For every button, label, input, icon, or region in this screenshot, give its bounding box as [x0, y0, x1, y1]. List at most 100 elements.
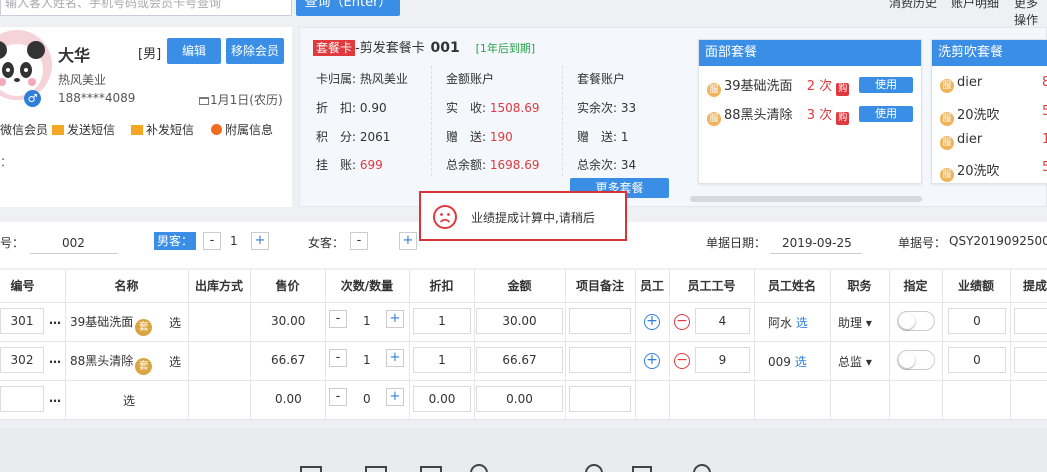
- order-no-input[interactable]: 002: [30, 232, 118, 254]
- wash-item-name: 20洗吹: [957, 164, 1000, 179]
- col-header-code: 编号: [10, 279, 35, 293]
- qty-plus-button[interactable]: +: [386, 349, 404, 367]
- col-header-amount: 金额: [507, 279, 532, 293]
- new-item-select-link[interactable]: 选: [123, 392, 135, 409]
- toolbar-icon[interactable]: [420, 466, 442, 472]
- amount-input[interactable]: 0.00: [476, 386, 563, 412]
- add-staff-icon[interactable]: +: [644, 353, 660, 369]
- toolbar-icon[interactable]: [632, 466, 652, 472]
- performance-input[interactable]: 0: [948, 308, 1006, 334]
- wechat-member-link[interactable]: 微信会员: [0, 121, 48, 138]
- member-card: ♂ 大华 [男] 编辑 移除会员 热风美业 188****4089 1月1日(农…: [0, 27, 292, 207]
- staff-no-input[interactable]: 4: [695, 308, 750, 334]
- consume-history-link[interactable]: 消费历史: [889, 0, 937, 11]
- more-actions-link[interactable]: 更多操作: [1014, 0, 1047, 28]
- remark-input[interactable]: [569, 386, 631, 412]
- col-header-commission: 提成: [1022, 279, 1047, 293]
- use-button[interactable]: 使用: [859, 106, 913, 122]
- female-plus-button[interactable]: +: [399, 232, 417, 250]
- package-expiry: [1年后到期]: [475, 42, 536, 55]
- more-button[interactable]: …: [49, 352, 61, 366]
- remark-input[interactable]: [569, 308, 631, 334]
- amount-input[interactable]: 66.67: [476, 347, 563, 373]
- total-balance-label: 总余额:: [446, 158, 487, 172]
- toolbar-icon[interactable]: [585, 464, 603, 472]
- wash-item: 服20洗吹 5: [940, 160, 1047, 182]
- face-item-name: 88黑头清除: [724, 108, 793, 123]
- more-button[interactable]: …: [49, 391, 61, 405]
- extra-info-link[interactable]: 附属信息: [211, 121, 273, 138]
- remark-input[interactable]: [569, 347, 631, 373]
- send-sms-label: 发送短信: [67, 123, 116, 137]
- date-input[interactable]: 2019-09-25: [770, 232, 862, 254]
- assign-toggle[interactable]: [897, 311, 935, 331]
- discount-input[interactable]: 1: [413, 308, 471, 334]
- qty-plus-button[interactable]: +: [386, 310, 404, 328]
- resend-sms-link[interactable]: 补发短信: [131, 121, 194, 138]
- qty-minus-button[interactable]: -: [329, 388, 347, 406]
- card-belong: 卡归属: 热风美业: [316, 72, 408, 86]
- item-code-input[interactable]: 301: [0, 308, 44, 334]
- order-no-label: 号：: [0, 236, 25, 250]
- account-detail-link[interactable]: 账户明细: [951, 0, 999, 11]
- received-value: 1508.69: [489, 101, 540, 115]
- male-minus-button[interactable]: -: [203, 232, 221, 250]
- discount-value: 0.90: [359, 101, 387, 115]
- toolbar-icon[interactable]: [300, 466, 322, 472]
- staff-select-link[interactable]: 选: [796, 316, 808, 330]
- edit-button[interactable]: 编辑: [167, 38, 221, 64]
- more-button[interactable]: …: [49, 313, 61, 327]
- item-name: 39基础洗面套: [70, 313, 153, 336]
- birthday-text: 1月1日(农历): [210, 93, 283, 107]
- item-select-link[interactable]: 选: [169, 314, 181, 331]
- new-item-code-input[interactable]: [0, 386, 44, 412]
- male-count[interactable]: 1: [230, 234, 238, 248]
- role-select[interactable]: 总监 ▾: [838, 353, 872, 370]
- female-minus-button[interactable]: -: [350, 232, 368, 250]
- gift-value: 190: [489, 130, 513, 144]
- toolbar-icon[interactable]: [693, 464, 711, 472]
- role-select[interactable]: 助理 ▾: [838, 314, 872, 331]
- col-divider: [409, 270, 410, 420]
- item-select-link[interactable]: 选: [169, 353, 181, 370]
- staff-no-input[interactable]: 9: [695, 347, 750, 373]
- remove-staff-icon[interactable]: −: [674, 314, 690, 330]
- query-button[interactable]: 查询（Enter）: [296, 0, 400, 16]
- qty-value[interactable]: 1: [363, 353, 371, 367]
- search-input[interactable]: 输入客人姓名、手机号码或会员卡号查询: [0, 0, 292, 16]
- qty-plus-button[interactable]: +: [386, 388, 404, 406]
- send-sms-link[interactable]: 发送短信: [52, 121, 115, 138]
- male-plus-button[interactable]: +: [251, 232, 269, 250]
- commission-input[interactable]: [1014, 347, 1047, 373]
- bottom-toolbar: [0, 428, 1047, 472]
- horizontal-scrollbar[interactable]: [690, 196, 922, 202]
- member-birthday: 1月1日(农历): [199, 91, 283, 108]
- performance-input[interactable]: 0: [948, 347, 1006, 373]
- member-note: ：: [0, 155, 13, 169]
- assign-toggle[interactable]: [897, 350, 935, 370]
- add-staff-icon[interactable]: +: [644, 314, 660, 330]
- item-code-input[interactable]: 302: [0, 347, 44, 373]
- qty-value[interactable]: 1: [363, 314, 371, 328]
- remove-staff-icon[interactable]: −: [674, 353, 690, 369]
- qty-value[interactable]: 0: [363, 392, 371, 406]
- col-divider: [830, 270, 831, 420]
- amount-input[interactable]: 30.00: [476, 308, 563, 334]
- member-phone: 188****4089: [58, 91, 136, 105]
- male-icon: ♂: [24, 90, 41, 107]
- qty-minus-button[interactable]: -: [329, 349, 347, 367]
- qty-minus-button[interactable]: -: [329, 310, 347, 328]
- commission-input[interactable]: [1014, 308, 1047, 334]
- staff-select-link[interactable]: 选: [795, 355, 807, 369]
- total-times-value: 34: [620, 158, 637, 172]
- toolbar-icon[interactable]: [470, 464, 488, 472]
- col-divider: [65, 270, 66, 420]
- col-divider: [565, 270, 566, 420]
- remain-times-row: 实余次: 33: [577, 99, 636, 116]
- toolbar-icon[interactable]: [365, 466, 387, 472]
- face-package-panel: 面部套餐 服 39基础洗面 2 次 购 使用 服 88黑头清除 3 次 购 使用: [698, 39, 922, 184]
- remove-member-button[interactable]: 移除会员: [226, 38, 284, 64]
- discount-input[interactable]: 1: [413, 347, 471, 373]
- discount-input[interactable]: 0.00: [413, 386, 471, 412]
- use-button[interactable]: 使用: [859, 77, 913, 93]
